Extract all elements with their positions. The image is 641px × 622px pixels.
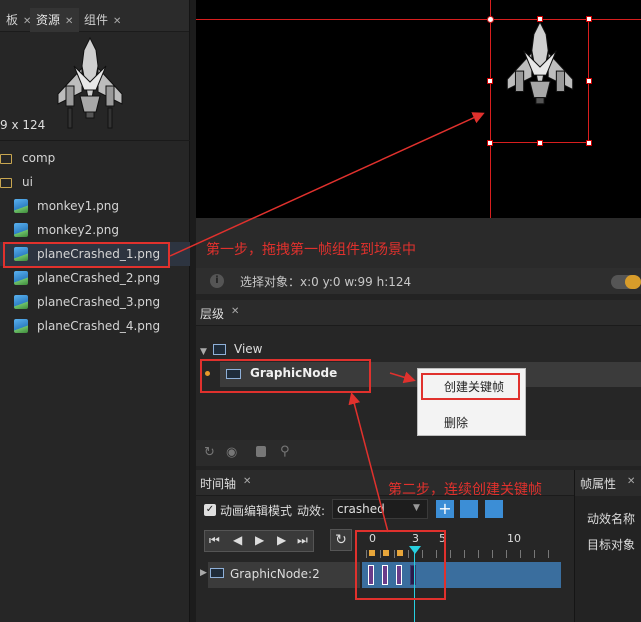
annotation-arrows (169, 112, 485, 533)
arrow (348, 392, 389, 533)
arrow (169, 112, 485, 257)
arrow (389, 371, 416, 384)
